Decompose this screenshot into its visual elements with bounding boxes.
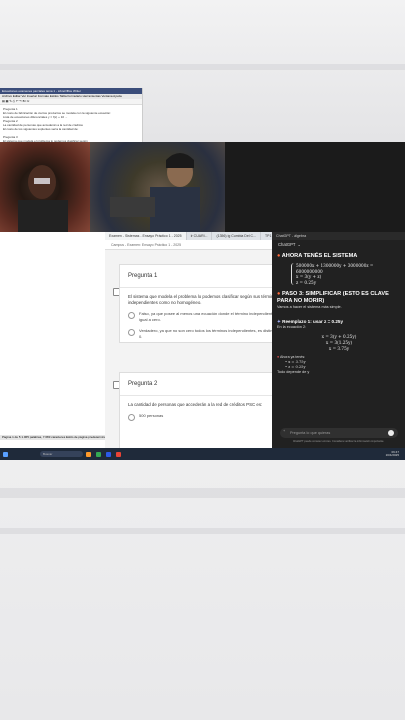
blurred-band bbox=[0, 528, 405, 534]
radio-icon[interactable] bbox=[128, 329, 135, 336]
writer-icon[interactable] bbox=[105, 451, 111, 457]
sparkle-icon: ✦ bbox=[277, 319, 281, 325]
system-equation: z = 0.25y bbox=[296, 279, 317, 285]
brace-icon bbox=[291, 263, 294, 286]
heading-reemplazo: ✦ Reemplazo 1: usar z = 0.25y bbox=[277, 318, 401, 325]
question-header: Pregunta 1 5 p bbox=[120, 265, 277, 288]
windows-start-icon[interactable] bbox=[2, 451, 8, 457]
bullet-list: • x = 3.75y • z = 0.25y bbox=[277, 360, 401, 370]
fire-icon: ● bbox=[277, 291, 281, 298]
bullet-item-text: z = 0.25y bbox=[288, 365, 306, 370]
paragraph: En la ecuación 2: bbox=[277, 325, 307, 330]
chatgpt-titlebar: ChatGPT - álgebra bbox=[272, 232, 405, 240]
chevron-down-icon: ⌄ bbox=[297, 242, 301, 247]
substitution-equation: x = 3.75y bbox=[328, 345, 350, 351]
question-text: La cantidad de personas que accederán a … bbox=[128, 402, 263, 407]
address-bar-url: Campus - Examen: Ensayo Práctico 1 - 202… bbox=[111, 242, 182, 247]
person-2-image bbox=[110, 153, 200, 232]
taskbar: Buscar 09:47 16/4/2025 bbox=[0, 448, 405, 460]
taskbar-date: 16/4/2025 bbox=[385, 453, 399, 457]
chatgpt-header: ChatGPT bbox=[278, 242, 296, 247]
question-text: El sistema que modela el problema lo pod… bbox=[128, 294, 277, 305]
question-title: Pregunta 2 bbox=[128, 381, 158, 387]
system-equation: 500000x + 1300000y + 3000000z = 60000000… bbox=[296, 263, 374, 274]
webcam-tile-person-1 bbox=[0, 142, 90, 232]
bullet-item-text: x = 3.75y bbox=[288, 360, 306, 365]
question-header: Pregunta 2 5 p bbox=[120, 373, 277, 396]
chrome-icon[interactable] bbox=[95, 451, 101, 457]
paragraph: Todo depende de y bbox=[277, 370, 310, 375]
chat-input-placeholder: Pregunta lo que quieras bbox=[290, 431, 331, 435]
chatgpt-panel: ChatGPT - álgebra ChatGPT ⌄ ● AHORA TENÉS… bbox=[272, 232, 405, 448]
answer-option-label: Falso, ya que posee al menos una ecuació… bbox=[139, 311, 277, 322]
answer-option-label: Verdadero, ya que no son cero todos los … bbox=[139, 328, 277, 339]
taskbar-search[interactable]: Buscar bbox=[40, 451, 83, 457]
taskbar-clock: 09:47 16/4/2025 bbox=[385, 450, 405, 458]
plus-icon[interactable]: + bbox=[283, 429, 285, 433]
pin-icon: ● bbox=[277, 355, 280, 360]
question-card-1: Pregunta 1 5 p El sistema que modela el … bbox=[119, 264, 277, 343]
send-icon[interactable] bbox=[388, 430, 394, 436]
person-1-image bbox=[18, 165, 68, 232]
chat-input[interactable]: + Pregunta lo que quieras bbox=[280, 428, 398, 438]
quiz-page: Pregunta 1 5 p El sistema que modela el … bbox=[105, 250, 277, 448]
browser-tab[interactable]: (1356) ig Cumbia Del C... bbox=[212, 232, 261, 240]
blurred-band bbox=[0, 64, 405, 70]
heading-sistema: ● AHORA TENÉS EL SISTEMA bbox=[277, 253, 401, 260]
radio-icon[interactable] bbox=[128, 414, 135, 421]
answer-option-label: 500 personas bbox=[139, 413, 164, 418]
heading-paso-3: ● PASO 3: SIMPLIFICAR (ESTO ES CLAVE PAR… bbox=[277, 291, 401, 305]
blurred-band bbox=[0, 488, 405, 498]
answer-option[interactable]: 500 personas bbox=[120, 410, 277, 424]
browser-tab[interactable]: Examen - Sistemas - Ensayo Práctico 1 - … bbox=[105, 232, 187, 240]
chatgpt-titlebar-label: ChatGPT - álgebra bbox=[276, 234, 307, 238]
heading-paso-3-text: PASO 3: SIMPLIFICAR (ESTO ES CLAVE PARA … bbox=[277, 291, 389, 305]
webcam-tile-person-2 bbox=[90, 142, 225, 232]
question-card-2: Pregunta 2 5 p La cantidad de personas q… bbox=[119, 372, 277, 448]
bullet-title-text: Ahora ya tenés: bbox=[279, 355, 306, 360]
chatgpt-model-selector[interactable]: ChatGPT ⌄ bbox=[272, 240, 405, 249]
chatgpt-message: ● AHORA TENÉS EL SISTEMA 500000x + 13000… bbox=[272, 253, 405, 375]
paragraph: Vamos a hacer el sistema más simple. bbox=[277, 305, 342, 310]
chatgpt-disclaimer: ChatGPT puede cometer errores. Considera… bbox=[292, 440, 385, 443]
answer-option[interactable]: Falso, ya que posee al menos una ecuació… bbox=[120, 308, 277, 325]
fire-icon: ● bbox=[277, 253, 281, 259]
substitution-equations: x = 3(y + 0.25y) x = 3(1.25y) x = 3.75y bbox=[277, 334, 401, 351]
heading-sistema-text: AHORA TENÉS EL SISTEMA bbox=[281, 253, 358, 259]
question-title: Pregunta 1 bbox=[128, 273, 158, 279]
radio-icon[interactable] bbox=[128, 312, 135, 319]
system-equations: 500000x + 1300000y + 3000000z = 60000000… bbox=[291, 263, 401, 286]
heading-reemplazo-text: Reemplazo 1: usar z = 0.25y bbox=[282, 319, 344, 325]
system-equations-list: 500000x + 1300000y + 3000000z = 60000000… bbox=[296, 263, 401, 285]
file-explorer-icon[interactable] bbox=[85, 451, 91, 457]
browser-tab[interactable]: Ir CUARI... bbox=[187, 232, 213, 240]
answer-option[interactable]: Verdadero, ya que no son cero todos los … bbox=[120, 325, 277, 342]
app-icon[interactable] bbox=[115, 451, 121, 457]
